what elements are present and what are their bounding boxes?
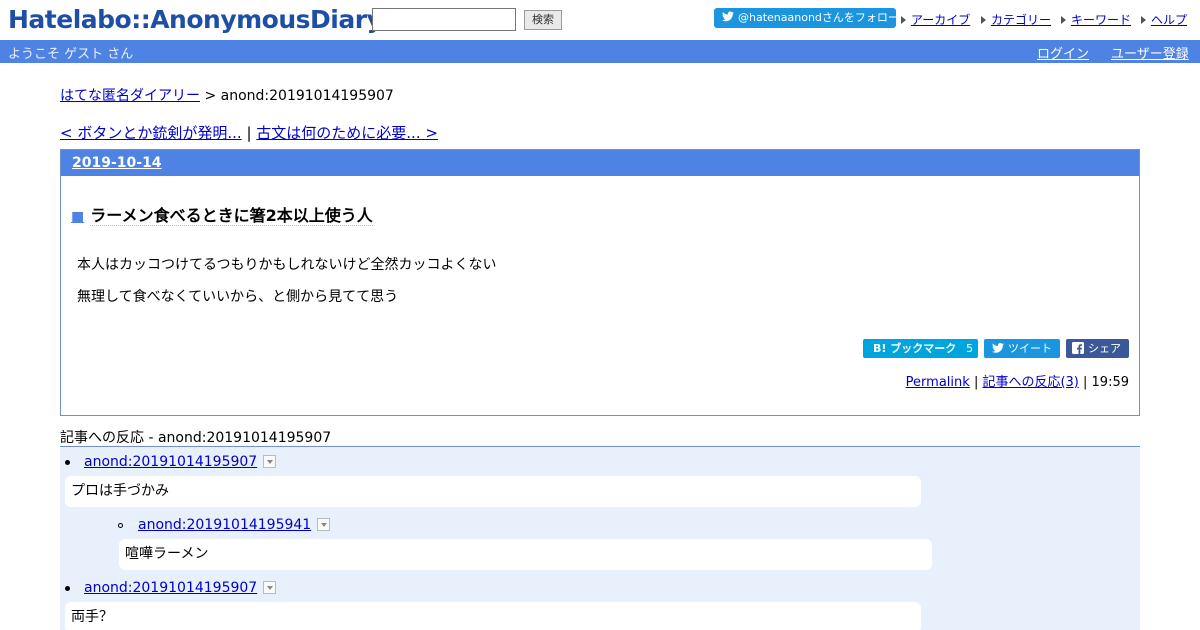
reaction-body: プロは手づかみ bbox=[65, 476, 921, 507]
twitter-bird-icon bbox=[992, 343, 1004, 353]
tweet-button[interactable]: ツイート bbox=[984, 339, 1060, 358]
reaction-header: anond:20191014195907 bbox=[84, 580, 277, 596]
entry-paragraph: 本人はカッコつけてるつもりかもしれないけど全然カッコよくない bbox=[77, 257, 497, 273]
search-button[interactable]: 検索 bbox=[524, 10, 562, 30]
breadcrumb-separator: > bbox=[204, 88, 217, 104]
entry-time: 19:59 bbox=[1091, 375, 1129, 390]
reaction-header: anond:20191014195907 bbox=[84, 454, 277, 470]
entry-paragraph: 無理して食べなくていいから、と側から見てて思う bbox=[77, 289, 399, 305]
reactions-list: anond:20191014195907 プロは手づかみ anond:20191… bbox=[60, 447, 1140, 630]
reaction-link[interactable]: anond:20191014195907 bbox=[84, 454, 257, 470]
facebook-icon bbox=[1072, 342, 1084, 354]
list-bullet bbox=[65, 586, 70, 591]
bookmark-count: 5 bbox=[966, 342, 974, 355]
entry-section: 2019-10-14 ■ ラーメン食べるときに箸2本以上使う人 本人はカッコつけて… bbox=[60, 149, 1140, 416]
reactions-heading: 記事への反応 - anond:20191014195907 bbox=[60, 427, 1140, 447]
dropdown-toggle-icon[interactable] bbox=[263, 455, 277, 468]
reactions-link[interactable]: 記事への反応(3) bbox=[982, 375, 1078, 390]
reaction-header: anond:20191014195941 bbox=[138, 517, 331, 533]
footer-separator: | bbox=[1083, 375, 1092, 390]
breadcrumb-current: anond:20191014195907 bbox=[220, 88, 394, 104]
register-link[interactable]: ユーザー登録 bbox=[1111, 43, 1189, 62]
dropdown-toggle-icon[interactable] bbox=[263, 581, 277, 594]
entry-permalink-marker[interactable]: ■ bbox=[71, 209, 84, 225]
arrow-right-icon bbox=[1061, 16, 1066, 24]
user-bar: ようこそ ゲスト さん ログイン ユーザー登録 bbox=[0, 40, 1200, 63]
prev-next-separator: | bbox=[246, 124, 252, 142]
entry-date[interactable]: 2019-10-14 bbox=[72, 155, 162, 171]
reaction-body: 喧嘩ラーメン bbox=[119, 539, 932, 570]
arrow-right-icon bbox=[981, 16, 986, 24]
entry-date-bar: 2019-10-14 bbox=[61, 150, 1139, 176]
reaction-link[interactable]: anond:20191014195941 bbox=[138, 517, 311, 533]
site-logo[interactable]: Hatelabo::AnonymousDiary bbox=[8, 5, 383, 34]
breadcrumb-home-link[interactable]: はてな匿名ダイアリー bbox=[60, 88, 200, 104]
search-input[interactable] bbox=[372, 8, 516, 31]
reaction-body: 両手？ bbox=[65, 602, 921, 630]
welcome-text: ようこそ ゲスト さん bbox=[8, 47, 134, 62]
permalink-link[interactable]: Permalink bbox=[906, 375, 970, 390]
entry-footer: Permalink | 記事への反応(3) | 19:59 bbox=[906, 371, 1129, 390]
list-bullet bbox=[118, 523, 123, 528]
breadcrumb: はてな匿名ダイアリー > anond:20191014195907 bbox=[60, 85, 394, 105]
top-bar: Hatelabo::AnonymousDiary 検索 @hatenaanond… bbox=[0, 0, 1200, 40]
tweet-label: ツイート bbox=[1008, 342, 1052, 355]
next-entry-link[interactable]: 古文は何のために必要... > bbox=[256, 124, 438, 142]
facebook-share-label: シェア bbox=[1088, 342, 1121, 355]
entry-title: ■ ラーメン食べるときに箸2本以上使う人 bbox=[71, 202, 373, 226]
reaction-link[interactable]: anond:20191014195907 bbox=[84, 580, 257, 596]
nav-keyword[interactable]: キーワード bbox=[1061, 11, 1131, 28]
nav-archive[interactable]: アーカイブ bbox=[901, 11, 970, 28]
nav-help[interactable]: ヘルプ bbox=[1141, 11, 1187, 28]
dropdown-toggle-icon[interactable] bbox=[317, 518, 331, 531]
nav-category[interactable]: カテゴリー bbox=[981, 11, 1051, 28]
entry-title-text: ラーメン食べるときに箸2本以上使う人 bbox=[90, 206, 373, 226]
prev-entry-link[interactable]: < ボタンとか銃剣が発明... bbox=[60, 124, 242, 142]
twitter-follow-button[interactable]: @hatenaanondさんをフォロー bbox=[714, 8, 899, 28]
hatena-bookmark-button[interactable]: B! ブックマーク 5 bbox=[863, 339, 978, 358]
facebook-share-button[interactable]: シェア bbox=[1066, 339, 1129, 358]
follow-label: @hatenaanondさんをフォロー bbox=[738, 11, 899, 24]
login-link[interactable]: ログイン bbox=[1037, 43, 1089, 62]
prev-next-nav: < ボタンとか銃剣が発明... | 古文は何のために必要... > bbox=[60, 122, 438, 143]
twitter-bird-icon bbox=[722, 11, 734, 22]
bookmark-label: B! ブックマーク bbox=[873, 342, 957, 355]
arrow-right-icon bbox=[1141, 16, 1146, 24]
list-bullet bbox=[65, 460, 70, 465]
arrow-right-icon bbox=[901, 16, 906, 24]
